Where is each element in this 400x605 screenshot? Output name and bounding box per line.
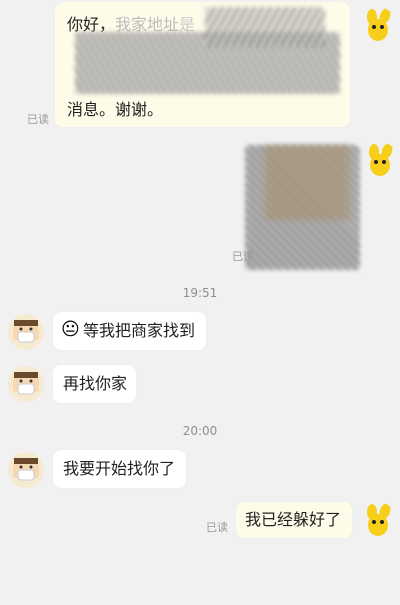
message-text: 等我把商家找到 (83, 321, 196, 340)
yellow-character-icon (367, 503, 391, 536)
timestamp: 19:51 (182, 286, 218, 300)
other-message-bubble[interactable]: 再找你家 (53, 365, 136, 403)
read-receipt: 已读 (206, 521, 228, 534)
redaction-scribble (205, 7, 325, 47)
message-text: 我要开始找你了 (63, 459, 176, 478)
avatar-other[interactable] (8, 366, 44, 402)
read-receipt: 已读 (232, 250, 254, 263)
self-message-bubble[interactable]: 我已经躲好了 (236, 502, 352, 538)
other-message-bubble[interactable]: 我要开始找你了 (53, 450, 186, 488)
avatar-self[interactable] (360, 7, 396, 43)
masked-character-icon (8, 452, 44, 488)
masked-character-icon (8, 366, 44, 402)
avatar-self[interactable] (362, 142, 398, 178)
message-text: 我已经躲好了 (245, 510, 342, 529)
image-thumbnail (265, 145, 350, 220)
masked-character-icon (8, 314, 44, 350)
other-message-bubble[interactable]: 😐 等我把商家找到 (53, 312, 206, 350)
self-message-bubble[interactable]: 你好，我家地址是 消息。谢谢。 (55, 2, 350, 127)
avatar-other[interactable] (8, 452, 44, 488)
avatar-self[interactable] (360, 502, 396, 538)
yellow-character-icon (367, 8, 391, 41)
neutral-face-icon: 😐 (61, 319, 80, 340)
message-text: 再找你家 (63, 374, 128, 393)
timestamp: 20:00 (182, 424, 218, 438)
message-text: 消息。谢谢。 (67, 100, 164, 119)
avatar-other[interactable] (8, 314, 44, 350)
yellow-character-icon (369, 143, 393, 176)
self-image-message[interactable] (235, 140, 365, 280)
read-receipt: 已读 (27, 113, 49, 126)
